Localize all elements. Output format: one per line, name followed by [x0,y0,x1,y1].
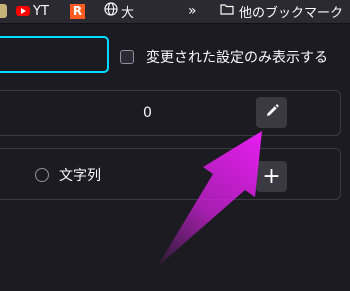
pref-value: 0 [143,105,152,121]
bookmark-globe[interactable]: 大 [104,2,135,21]
youtube-icon [16,6,30,16]
bookmark-r[interactable]: R [70,2,85,20]
pencil-icon [264,103,280,123]
type-string-label: 文字列 [59,168,101,184]
bookmark-partial[interactable] [0,4,7,18]
bookmark-label: 大 [121,5,135,21]
new-preference-row: 文字列 + [0,148,341,200]
pref-search-input[interactable] [0,36,109,73]
edit-button[interactable] [256,97,287,128]
other-bookmarks-folder[interactable]: 他のブックマーク [220,2,344,21]
modified-only-checkbox[interactable] [120,50,134,64]
r-logo-icon: R [70,3,85,19]
type-string-option[interactable]: 文字列 [35,165,101,185]
bookmark-label: YT [33,3,49,19]
modified-only-label: 変更された設定のみ表示する [146,50,328,66]
bookmarks-toolbar: YT R 大 » 他のブックマーク [0,0,350,24]
bookmarks-overflow-button[interactable]: » [188,2,197,20]
folder-icon [220,3,234,19]
globe-icon [104,2,118,20]
modified-only-toggle[interactable]: 変更された設定のみ表示する [120,47,328,67]
bookmark-label: 他のブックマーク [239,5,344,21]
bookmark-youtube[interactable]: YT [16,2,49,20]
type-string-radio[interactable] [35,168,49,182]
add-button[interactable]: + [256,161,287,192]
preference-row: 0 [0,90,341,136]
